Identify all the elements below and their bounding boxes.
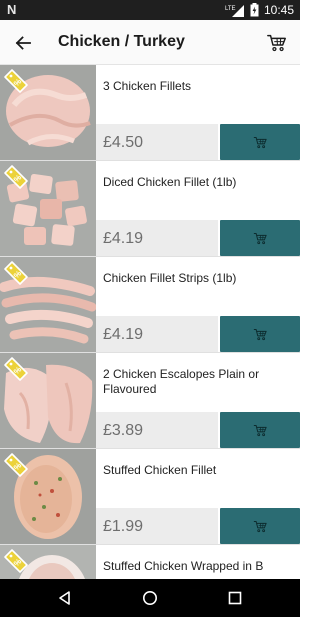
product-price: £3.89 (103, 422, 144, 439)
offer-tag-icon (3, 548, 29, 574)
product-name: Stuffed Chicken Wrapped in B (103, 559, 264, 573)
page-title: Chicken / Turkey (58, 33, 185, 50)
offer-tag-icon (3, 452, 29, 478)
offer-tag-icon (3, 68, 29, 94)
product-name: 2 Chicken Escalopes Plain or Flavoured (103, 367, 260, 396)
circle-home-icon (143, 591, 157, 605)
header-cart-button[interactable] (264, 30, 290, 56)
product-price: £1.99 (103, 518, 144, 535)
offer-tag-icon (3, 164, 29, 190)
status-bar: N LTE 10:45 (0, 0, 300, 20)
add-to-cart-button[interactable] (220, 124, 300, 160)
notification-icon: N (7, 2, 17, 17)
add-to-cart-button[interactable] (220, 412, 300, 448)
status-icons: LTE 10:45 (225, 0, 294, 20)
product-item[interactable]: Stuffed Chicken Fillet £1.99 (0, 449, 300, 545)
network-label: LTE (225, 6, 236, 12)
product-price: £4.50 (103, 134, 144, 151)
cart-icon (266, 32, 288, 54)
product-item[interactable]: 3 Chicken Fillets £4.50 (0, 65, 300, 161)
nav-home-button[interactable] (140, 588, 160, 608)
cart-icon (253, 423, 268, 438)
clock: 10:45 (263, 3, 294, 17)
add-to-cart-button[interactable] (220, 220, 300, 256)
network-lte-icon: LTE (225, 4, 244, 17)
back-button[interactable] (10, 30, 36, 56)
app-bar: Chicken / Turkey (0, 20, 300, 65)
price-box: £1.99 (96, 508, 218, 544)
product-item[interactable]: Stuffed Chicken Wrapped in B (0, 545, 300, 579)
nav-back-button[interactable] (55, 588, 75, 608)
product-price: £4.19 (103, 230, 144, 247)
cart-icon (253, 135, 268, 150)
arrow-left-icon (15, 36, 31, 50)
offer-tag-icon (3, 356, 29, 382)
nav-recents-button[interactable] (225, 588, 245, 608)
offer-tag-icon (3, 260, 29, 286)
product-item[interactable]: Chicken Fillet Strips (1lb) £4.19 (0, 257, 300, 353)
price-box: £4.19 (96, 220, 218, 256)
product-list[interactable]: 3 Chicken Fillets £4.50 Diced Chicken Fi… (0, 65, 300, 579)
add-to-cart-button[interactable] (220, 316, 300, 352)
product-name: 3 Chicken Fillets (103, 79, 192, 93)
product-name: Stuffed Chicken Fillet (103, 463, 217, 477)
product-item[interactable]: Diced Chicken Fillet (1lb) £4.19 (0, 161, 300, 257)
product-item[interactable]: 2 Chicken Escalopes Plain or Flavoured £… (0, 353, 300, 449)
battery-icon (250, 3, 259, 17)
add-to-cart-button[interactable] (220, 508, 300, 544)
cart-icon (253, 519, 268, 534)
product-price: £4.19 (103, 326, 144, 343)
price-box: £4.19 (96, 316, 218, 352)
system-nav-bar (0, 579, 300, 617)
product-name: Chicken Fillet Strips (1lb) (103, 271, 237, 285)
price-box: £3.89 (96, 412, 218, 448)
price-box: £4.50 (96, 124, 218, 160)
square-recents-icon (228, 591, 242, 605)
triangle-back-icon (59, 591, 70, 605)
cart-icon (253, 231, 268, 246)
cart-icon (253, 327, 268, 342)
product-name: Diced Chicken Fillet (1lb) (103, 175, 237, 189)
